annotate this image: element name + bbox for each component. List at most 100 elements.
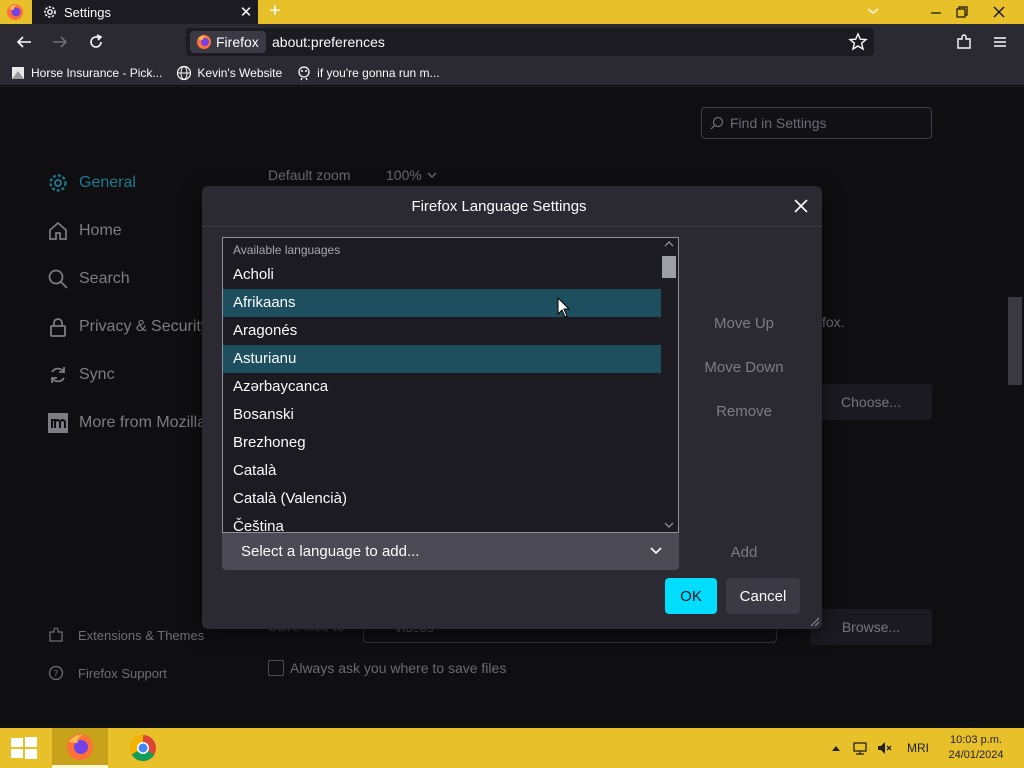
language-option[interactable]: Català (Valencià) [223, 485, 661, 513]
category-label: Sync [79, 366, 115, 383]
category-home[interactable]: Home [46, 219, 122, 243]
move-down-label: Move Down [704, 358, 784, 376]
move-up-label: Move Up [713, 314, 775, 332]
chrome-logo-icon [129, 734, 156, 762]
url-bar[interactable]: Firefox about:preferences [186, 28, 874, 56]
dialog-close-button[interactable] [790, 195, 812, 217]
identity-label: Firefox [216, 34, 259, 50]
scroll-up-icon[interactable] [664, 240, 674, 248]
mozilla-icon [46, 411, 70, 435]
resize-grip-icon[interactable] [808, 615, 820, 627]
language-option[interactable]: Brezhoneg [223, 429, 661, 457]
language-option[interactable]: Azərbaycanca [223, 373, 661, 401]
chevron-down-icon [427, 172, 437, 178]
choose-button[interactable]: Choose... [810, 384, 932, 420]
dialog-title: Firefox Language Settings [411, 198, 587, 215]
forward-button[interactable] [48, 30, 72, 54]
language-option[interactable]: Asturianu [223, 345, 661, 373]
category-label: Home [79, 222, 122, 239]
bookmark-item[interactable]: if you're gonna run m... [296, 65, 440, 81]
mouse-cursor-icon [557, 297, 571, 318]
select-language-dropdown[interactable]: Select a language to add... [222, 533, 679, 570]
add-label: Add [730, 543, 758, 561]
taskbar-chrome[interactable] [115, 728, 171, 768]
forward-arrow-icon [53, 36, 68, 48]
find-in-settings-input[interactable]: Find in Settings [701, 107, 932, 139]
extensions-themes-link[interactable]: Extensions & Themes [48, 627, 204, 643]
extensions-button[interactable] [952, 30, 976, 54]
ok-button[interactable]: OK [665, 578, 717, 614]
move-up-button[interactable]: Move Up [690, 305, 798, 341]
volume-muted-icon [878, 742, 892, 754]
scrollbar-thumb[interactable] [662, 256, 676, 278]
globe-icon [176, 65, 192, 81]
tab-settings[interactable]: Settings ✕ [32, 0, 258, 24]
taskbar-clock[interactable]: 10:03 p.m. 24/01/2024 [946, 733, 1006, 763]
app-menu-button[interactable] [988, 30, 1012, 54]
chevron-up-icon [832, 746, 840, 751]
url-text[interactable]: about:preferences [272, 34, 385, 50]
bookmarks-toolbar: Horse Insurance - Pick... Kevin's Websit… [0, 60, 1024, 86]
move-down-button[interactable]: Move Down [690, 349, 798, 385]
bookmark-label: Horse Insurance - Pick... [31, 65, 163, 80]
language-option[interactable]: Català [223, 457, 661, 485]
cancel-button[interactable]: Cancel [726, 578, 800, 614]
sync-icon [46, 363, 70, 387]
help-icon: ? [48, 665, 64, 681]
restore-button[interactable] [947, 0, 977, 24]
add-button[interactable]: Add [708, 534, 780, 570]
windows-start-icon[interactable] [10, 736, 38, 760]
language-option[interactable]: Bosanski [223, 401, 661, 429]
clock-date: 24/01/2024 [948, 749, 1004, 761]
default-zoom-value[interactable]: 100% [386, 167, 422, 183]
network-icon [853, 742, 867, 755]
show-hidden-icons-button[interactable] [828, 728, 844, 768]
close-window-button[interactable] [984, 0, 1014, 24]
category-label: General [79, 174, 136, 191]
language-option[interactable]: Čeština [223, 513, 661, 532]
always-ask-checkbox[interactable] [268, 660, 284, 676]
network-tray-button[interactable] [850, 728, 870, 768]
category-more-from-mozilla[interactable]: More from Mozilla [46, 411, 206, 435]
hamburger-menu-icon [994, 37, 1006, 47]
category-privacy[interactable]: Privacy & Security [46, 315, 209, 339]
back-button[interactable] [12, 30, 36, 54]
category-label: Search [79, 270, 130, 287]
bookmark-item[interactable]: Horse Insurance - Pick... [10, 65, 162, 81]
firefox-support-link[interactable]: ? Firefox Support [48, 665, 167, 681]
taskbar-firefox[interactable] [52, 728, 108, 768]
category-general[interactable]: General [46, 171, 136, 195]
remove-button[interactable]: Remove [690, 393, 798, 429]
category-sync[interactable]: Sync [46, 363, 115, 387]
list-scrollbar[interactable] [661, 238, 678, 532]
category-search[interactable]: Search [46, 267, 130, 291]
firefox-logo-icon[interactable] [6, 3, 24, 21]
language-option[interactable]: Aragonés [223, 317, 661, 345]
close-icon [794, 199, 808, 213]
lock-icon [46, 315, 70, 339]
list-header: Available languages [233, 243, 341, 257]
bookmark-star-icon[interactable] [848, 32, 868, 52]
reload-button[interactable] [84, 30, 108, 54]
tab-title: Settings [64, 4, 111, 20]
search-icon [710, 116, 724, 130]
new-tab-button[interactable]: + [264, 0, 286, 24]
language-code: MRI [907, 741, 929, 755]
bookmark-label: if you're gonna run m... [317, 65, 440, 80]
identity-box[interactable]: Firefox [190, 31, 266, 53]
home-icon [46, 219, 70, 243]
page-scrollbar[interactable] [1008, 297, 1022, 385]
choose-label: Choose... [841, 394, 901, 410]
tab-close-icon[interactable]: ✕ [234, 0, 258, 24]
language-option[interactable]: Acholi [223, 261, 661, 289]
list-all-tabs-icon[interactable] [862, 0, 884, 24]
volume-tray-button[interactable] [874, 728, 894, 768]
input-language-indicator[interactable]: MRI [902, 728, 934, 768]
language-option[interactable]: Afrikaans [223, 289, 661, 317]
always-ask-label: Always ask you where to save files [290, 660, 507, 676]
browse-button[interactable]: Browse... [810, 609, 932, 645]
scroll-down-icon[interactable] [664, 521, 674, 529]
category-label: More from Mozilla [79, 414, 207, 431]
available-languages-list[interactable]: Available languages Acholi Afrikaans Ara… [222, 237, 679, 533]
bookmark-item[interactable]: Kevin's Website [176, 65, 282, 81]
